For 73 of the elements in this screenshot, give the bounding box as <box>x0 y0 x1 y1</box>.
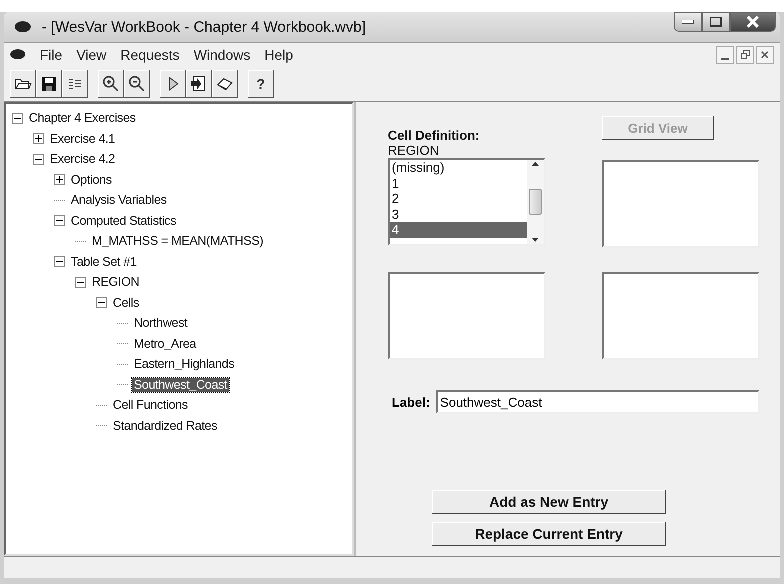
run-button[interactable] <box>160 70 186 98</box>
scrollbar[interactable] <box>527 160 544 244</box>
maximize-button[interactable] <box>702 12 730 32</box>
minimize-button[interactable] <box>674 12 702 32</box>
action-button[interactable]: Add as New Entry <box>432 490 666 514</box>
tree-item[interactable]: M_MATHSS = MEAN(MATHSS) <box>90 234 266 248</box>
tree-item[interactable]: Cells <box>111 296 142 310</box>
collapse-toggle[interactable] <box>75 276 86 288</box>
collapse-toggle[interactable] <box>54 256 65 268</box>
close-button[interactable] <box>730 12 776 32</box>
list-item[interactable]: 4 <box>390 222 527 238</box>
properties-button[interactable] <box>62 70 88 98</box>
collapse-toggle[interactable] <box>96 297 107 308</box>
minimize-button[interactable] <box>716 46 734 64</box>
document-arrow-icon <box>190 74 208 92</box>
export-button[interactable] <box>186 70 212 98</box>
zoom-out-button[interactable] <box>124 70 150 98</box>
save-button[interactable] <box>36 70 62 98</box>
restore-button[interactable] <box>736 46 754 64</box>
menu-item[interactable]: View <box>76 46 107 62</box>
label-field[interactable]: Southwest_Coast <box>436 390 760 414</box>
tree-item[interactable]: Exercise 4.1 <box>48 132 118 146</box>
tree-item[interactable]: Analysis Variables <box>69 193 169 208</box>
plus-icon <box>56 176 63 184</box>
scrollbar-thumb[interactable] <box>529 189 542 215</box>
window-title: - [WesVar WorkBook - Chapter 4 Workbook.wvb] <box>42 18 368 36</box>
app-logo-icon <box>10 49 26 60</box>
close-button[interactable] <box>756 46 774 64</box>
close-icon <box>761 50 769 58</box>
scroll-down-icon <box>532 238 539 242</box>
menu-item[interactable]: File <box>40 46 63 62</box>
zoom-in-button[interactable] <box>98 70 124 98</box>
menu-item[interactable]: Help <box>264 46 294 62</box>
tree-item[interactable]: Cell Functions <box>111 398 190 412</box>
app-logo-icon <box>14 21 32 33</box>
menu-item[interactable]: Windows <box>194 46 251 62</box>
tree-item[interactable]: REGION <box>90 275 142 290</box>
menu-item[interactable]: Requests <box>120 46 180 62</box>
tree-item[interactable]: Options <box>69 172 114 187</box>
expand-toggle[interactable] <box>54 174 65 186</box>
open-button[interactable] <box>10 70 36 98</box>
list-item[interactable]: 2 <box>390 191 527 206</box>
minimize-icon <box>721 58 729 60</box>
action-button[interactable]: Replace Current Entry <box>432 522 666 546</box>
expand-toggle[interactable] <box>33 133 44 144</box>
tree-item[interactable]: Standardized Rates <box>111 418 220 433</box>
collapse-toggle[interactable] <box>33 154 44 165</box>
tree-item[interactable]: Exercise 4.2 <box>48 152 118 166</box>
tree-item[interactable]: Metro_Area <box>132 336 198 351</box>
list-item[interactable]: (missing) <box>390 160 527 176</box>
help-button[interactable]: ? <box>248 70 274 98</box>
list-item[interactable]: 1 <box>390 176 527 191</box>
tree-item[interactable]: Southwest_Coast <box>132 378 230 392</box>
minimize-icon <box>682 20 694 24</box>
tree-item[interactable]: Northwest <box>132 316 190 330</box>
zoom-in-icon <box>102 74 120 92</box>
tree-item[interactable]: Chapter 4 Exercises <box>27 111 138 126</box>
scroll-up-icon <box>532 162 539 166</box>
collapse-toggle[interactable] <box>12 112 23 124</box>
collapse-toggle[interactable] <box>54 215 65 226</box>
book-button[interactable] <box>212 70 238 98</box>
zoom-out-icon <box>128 74 146 92</box>
tree-item[interactable]: Computed Statistics <box>69 214 178 228</box>
tree-item[interactable]: Eastern_Highlands <box>132 357 237 372</box>
variable-name: REGION <box>388 143 440 158</box>
field-label: Label: <box>392 394 430 410</box>
section-heading: Cell Definition: <box>388 128 481 143</box>
close-icon <box>746 16 760 28</box>
plus-icon <box>35 135 42 142</box>
maximize-icon <box>710 17 722 27</box>
list-item[interactable]: 3 <box>390 206 527 222</box>
restore-icon <box>740 50 750 59</box>
tree-item[interactable]: Table Set #1 <box>69 254 139 269</box>
